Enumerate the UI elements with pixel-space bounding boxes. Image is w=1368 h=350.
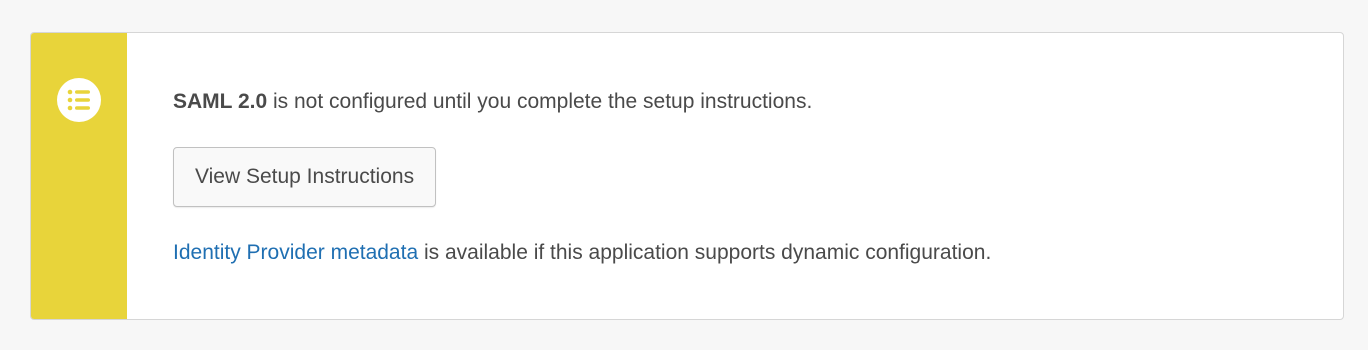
- setup-status-text: is not configured until you complete the…: [267, 90, 813, 113]
- setup-status-message: SAML 2.0 is not configured until you com…: [173, 89, 812, 115]
- callout-accent-stripe: [31, 33, 127, 319]
- callout-body: SAML 2.0 is not configured until you com…: [127, 33, 1343, 319]
- identity-provider-metadata-link[interactable]: Identity Provider metadata: [173, 241, 418, 264]
- metadata-message: Identity Provider metadata is available …: [173, 240, 991, 266]
- list-icon: [57, 78, 101, 122]
- view-setup-instructions-button[interactable]: View Setup Instructions: [173, 147, 437, 207]
- product-name: SAML 2.0: [173, 90, 268, 113]
- metadata-text: is available if this application support…: [418, 241, 992, 264]
- setup-callout: SAML 2.0 is not configured until you com…: [30, 32, 1344, 320]
